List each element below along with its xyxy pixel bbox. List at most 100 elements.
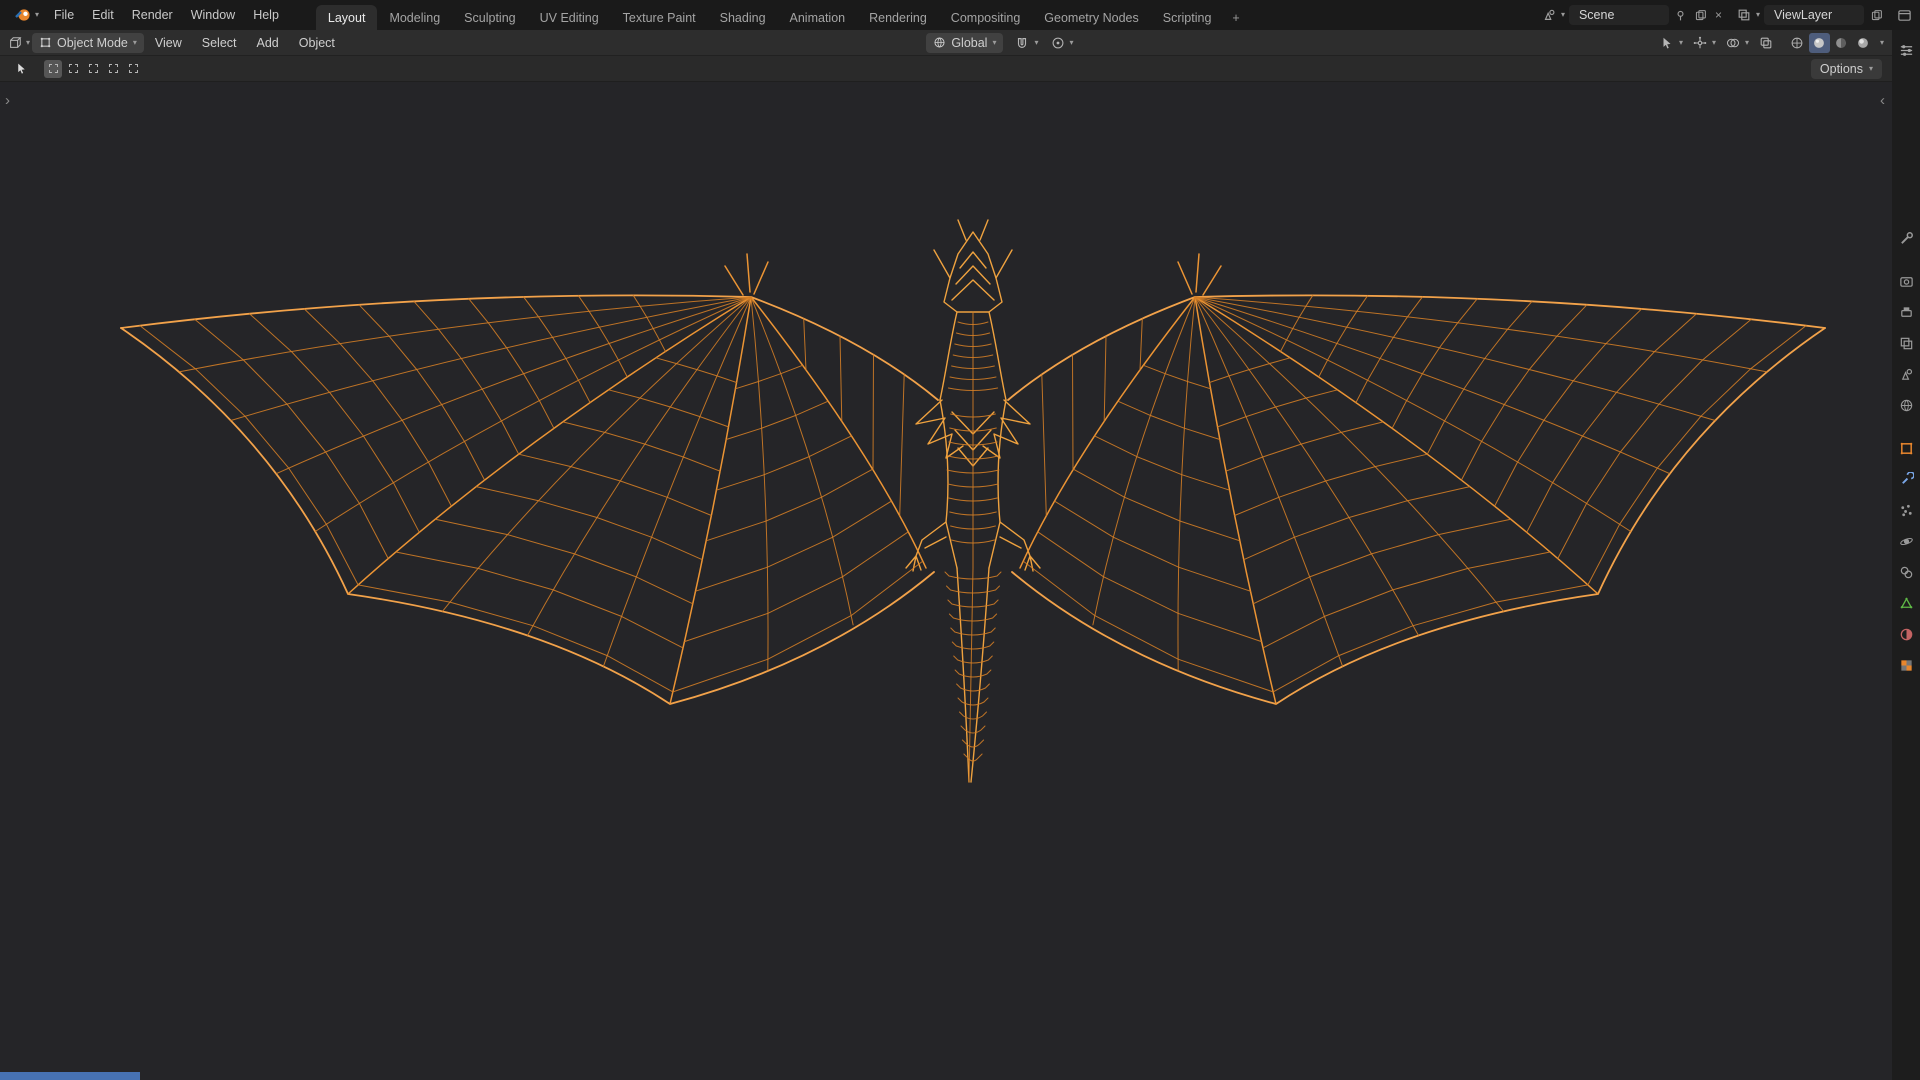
select-mode-intersect[interactable] <box>124 60 142 78</box>
scene-name-field[interactable]: Scene <box>1568 5 1669 25</box>
menu-add[interactable]: Add <box>248 30 288 56</box>
properties-tab-view-layer[interactable] <box>1895 333 1917 353</box>
tab-shading[interactable]: Shading <box>708 5 778 30</box>
properties-tab-modifiers[interactable] <box>1895 469 1917 489</box>
tab-rendering[interactable]: Rendering <box>857 5 939 30</box>
snap-toggle[interactable] <box>1011 33 1033 53</box>
tab-animation[interactable]: Animation <box>778 5 858 30</box>
tab-modeling[interactable]: Modeling <box>377 5 452 30</box>
dragon-wireframe-model[interactable] <box>0 82 1892 1080</box>
mode-dropdown[interactable]: Object Mode ▾ <box>32 32 144 53</box>
overlays-icon <box>1726 38 1740 47</box>
chevron-down-icon: ▾ <box>35 10 40 19</box>
scene-selector: ▾ Scene × <box>1541 5 1724 25</box>
editor-type-button[interactable]: ▾ <box>8 33 30 53</box>
blender-menu-button[interactable]: ▾ <box>8 7 45 23</box>
tab-layout[interactable]: Layout <box>315 5 378 30</box>
rendered-sphere-icon <box>1858 37 1869 48</box>
transform-orientation-dropdown[interactable]: Global ▾ <box>926 32 1004 53</box>
tab-scripting[interactable]: Scripting <box>1151 5 1224 30</box>
shading-material-button[interactable] <box>1831 33 1852 53</box>
chevron-down-icon: ▾ <box>1868 63 1873 73</box>
chevron-down-icon[interactable]: ▾ <box>1880 38 1884 47</box>
topbar: ▾ File Edit Render Window Help Layout Mo… <box>0 0 1920 30</box>
chevron-down-icon[interactable]: ▾ <box>1561 11 1565 19</box>
properties-tab-object-data[interactable] <box>1895 593 1917 613</box>
properties-tab-texture[interactable] <box>1895 655 1917 675</box>
properties-tab-output[interactable] <box>1895 302 1917 322</box>
scene-browse-icon[interactable] <box>1541 7 1557 23</box>
viewport-header: ▾ Object Mode ▾ View Select Add Object G… <box>0 30 1892 56</box>
menu-select[interactable]: Select <box>193 30 246 56</box>
xray-icon <box>1760 37 1772 48</box>
properties-tab-material[interactable] <box>1895 624 1917 644</box>
select-mode-new[interactable] <box>44 59 62 78</box>
shading-wireframe-button[interactable] <box>1787 33 1808 53</box>
shading-rendered-button[interactable] <box>1853 33 1874 53</box>
proportional-editing-toggle[interactable] <box>1047 33 1069 53</box>
viewport-editor-icon <box>10 36 22 48</box>
wireframe-sphere-icon <box>1792 37 1803 48</box>
properties-tab-scene[interactable] <box>1895 364 1917 384</box>
status-progress-bar <box>0 1072 140 1080</box>
window-icon[interactable] <box>1896 7 1912 23</box>
options-label: Options <box>1819 61 1863 76</box>
menu-help[interactable]: Help <box>244 0 288 30</box>
toolbar-expand-icon[interactable]: › <box>5 92 10 109</box>
select-mode-subtract[interactable] <box>84 60 102 78</box>
object-type-visibility-toggle[interactable] <box>1656 33 1678 53</box>
view-layer-name-field[interactable]: ViewLayer <box>1764 5 1864 25</box>
tab-geometry-nodes[interactable]: Geometry Nodes <box>1032 5 1150 30</box>
menu-view[interactable]: View <box>146 30 191 56</box>
show-gizmo-toggle[interactable] <box>1689 33 1711 53</box>
view-layer-browse-icon[interactable] <box>1736 7 1752 23</box>
chevron-down-icon[interactable]: ▾ <box>1679 38 1683 47</box>
properties-tab-object[interactable] <box>1895 438 1917 458</box>
properties-tab-physics[interactable] <box>1895 531 1917 551</box>
chevron-down-icon: ▾ <box>132 37 137 47</box>
properties-tab-constraints[interactable] <box>1895 562 1917 582</box>
chevron-down-icon: ▾ <box>992 37 997 47</box>
magnet-icon <box>1018 37 1027 48</box>
shading-mode-group <box>1787 32 1874 53</box>
add-workspace-button[interactable]: + <box>1223 5 1248 30</box>
viewport-canvas[interactable]: › ‹ <box>0 82 1892 1080</box>
sidebar-expand-icon[interactable]: ‹ <box>1880 92 1885 109</box>
chevron-down-icon[interactable]: ▾ <box>1070 38 1074 47</box>
menu-render[interactable]: Render <box>123 0 182 30</box>
tool-settings-bar: Options ▾ <box>0 56 1892 82</box>
chevron-down-icon[interactable]: ▾ <box>1745 38 1749 47</box>
menu-window[interactable]: Window <box>182 0 244 30</box>
close-icon[interactable]: × <box>1713 8 1724 22</box>
select-mode-invert[interactable] <box>104 60 122 78</box>
options-dropdown[interactable]: Options ▾ <box>1810 58 1882 79</box>
properties-editor-icon[interactable] <box>1895 40 1917 60</box>
chevron-down-icon[interactable]: ▾ <box>1756 11 1760 19</box>
tab-texture-paint[interactable]: Texture Paint <box>611 5 708 30</box>
material-sphere-icon <box>1836 37 1847 48</box>
pin-icon[interactable] <box>1673 7 1689 23</box>
main-menus: File Edit Render Window Help <box>45 0 288 30</box>
show-overlays-toggle[interactable] <box>1722 33 1744 53</box>
toggle-xray[interactable] <box>1755 33 1777 53</box>
properties-tab-particles[interactable] <box>1895 500 1917 520</box>
chevron-down-icon[interactable]: ▾ <box>1712 38 1716 47</box>
menu-file[interactable]: File <box>45 0 83 30</box>
gizmo-icon <box>1693 36 1707 48</box>
new-scene-icon[interactable] <box>1693 7 1709 23</box>
shading-solid-button[interactable] <box>1808 32 1830 53</box>
menu-edit[interactable]: Edit <box>83 0 123 30</box>
new-view-layer-icon[interactable] <box>1868 7 1884 23</box>
tab-uv-editing[interactable]: UV Editing <box>528 5 611 30</box>
chevron-down-icon[interactable]: ▾ <box>1034 38 1038 47</box>
tab-compositing[interactable]: Compositing <box>939 5 1032 30</box>
select-mode-extend[interactable] <box>64 60 82 78</box>
tab-sculpting[interactable]: Sculpting <box>452 5 527 30</box>
solid-sphere-icon <box>1814 37 1825 48</box>
menu-object[interactable]: Object <box>290 30 344 56</box>
cursor-icon <box>1663 37 1671 49</box>
active-tool-icon[interactable] <box>10 59 32 79</box>
properties-tab-world[interactable] <box>1895 395 1917 415</box>
properties-tab-tool[interactable] <box>1895 228 1917 248</box>
properties-tab-render[interactable] <box>1895 271 1917 291</box>
